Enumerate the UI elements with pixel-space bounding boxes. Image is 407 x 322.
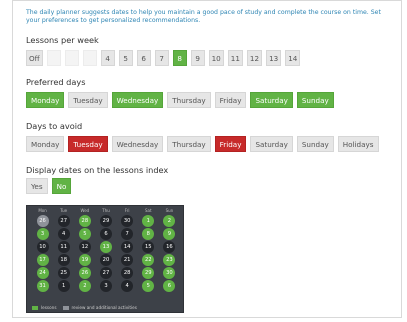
calendar-day[interactable]: 25 bbox=[57, 267, 70, 279]
calendar-day[interactable]: 23 bbox=[163, 254, 176, 266]
weekday-label: Sat bbox=[144, 208, 152, 213]
calendar-day[interactable]: 17 bbox=[36, 254, 49, 266]
calendar-grid: 26 27 28 29 30 1 2 3 4 5 6 7 8 9 10 11 12 13 14 15 16 17 18 19 2… bbox=[32, 215, 180, 292]
intro-text: The daily planner suggests dates to help… bbox=[26, 9, 381, 25]
calendar-day[interactable]: 2 bbox=[78, 280, 91, 292]
calendar-day[interactable]: 2 bbox=[163, 215, 176, 227]
preferred-days-label: Preferred days bbox=[26, 77, 86, 87]
calendar-day[interactable]: 27 bbox=[99, 267, 112, 279]
calendar-day[interactable]: 16 bbox=[163, 241, 176, 253]
avoid-day-wednesday[interactable]: Wednesday bbox=[111, 136, 164, 152]
weekday-label: Fri bbox=[124, 208, 130, 213]
avoid-day-tuesday[interactable]: Tuesday bbox=[68, 136, 108, 152]
lessons-swatch bbox=[32, 305, 38, 310]
legend-lessons-label: lessons bbox=[41, 305, 57, 310]
preferred-day-saturday[interactable]: Saturday bbox=[250, 92, 293, 108]
weekday-label: Sun bbox=[165, 208, 174, 213]
calendar-day[interactable]: 1 bbox=[57, 280, 70, 292]
calendar-day[interactable]: 27 bbox=[57, 215, 70, 227]
preferred-day-sunday[interactable]: Sunday bbox=[296, 92, 334, 108]
avoid-day-holidays[interactable]: Holidays bbox=[337, 136, 379, 152]
calendar-day[interactable]: 26 bbox=[78, 267, 91, 279]
calendar-day[interactable]: 26 bbox=[36, 215, 49, 227]
preferred-day-monday[interactable]: Monday bbox=[26, 92, 65, 108]
lessons-per-week-option-3[interactable]: 3 bbox=[82, 50, 97, 66]
calendar-day[interactable]: 11 bbox=[57, 241, 70, 253]
calendar-day[interactable]: 14 bbox=[121, 241, 134, 253]
lessons-per-week-option-7[interactable]: 7 bbox=[154, 50, 169, 66]
lessons-per-week-option-9[interactable]: 9 bbox=[190, 50, 205, 66]
calendar-day[interactable]: 5 bbox=[78, 228, 91, 240]
calendar-day[interactable]: 4 bbox=[121, 280, 134, 292]
preferred-days-options: Monday Tuesday Wednesday Thursday Friday Satu… bbox=[26, 92, 334, 108]
calendar-day[interactable]: 12 bbox=[78, 241, 91, 253]
display-dates-label: Display dates on the lessons index bbox=[26, 165, 169, 175]
calendar-day[interactable]: 30 bbox=[163, 267, 176, 279]
calendar-day[interactable]: 15 bbox=[142, 241, 155, 253]
lessons-per-week-option-1[interactable]: 1 bbox=[46, 50, 61, 66]
preferred-day-tuesday[interactable]: Tuesday bbox=[68, 92, 108, 108]
calendar-day[interactable]: 29 bbox=[99, 215, 112, 227]
calendar-day[interactable]: 1 bbox=[142, 215, 155, 227]
avoid-day-sunday[interactable]: Sunday bbox=[296, 136, 334, 152]
preferred-day-friday[interactable]: Friday bbox=[214, 92, 247, 108]
lessons-per-week-option-2[interactable]: 2 bbox=[64, 50, 79, 66]
lessons-per-week-option-10[interactable]: 10 bbox=[208, 50, 224, 66]
calendar-day[interactable]: 9 bbox=[163, 228, 176, 240]
calendar-day[interactable]: 18 bbox=[57, 254, 70, 266]
days-to-avoid-options: Monday Tuesday Wednesday Thursday Friday Satu… bbox=[26, 136, 379, 152]
lessons-per-week-option-11[interactable]: 11 bbox=[227, 50, 243, 66]
display-dates-options: Yes No bbox=[26, 178, 72, 194]
display-dates-option-yes[interactable]: Yes bbox=[26, 178, 48, 194]
avoid-day-saturday[interactable]: Saturday bbox=[250, 136, 293, 152]
weekday-label: Tue bbox=[60, 208, 68, 213]
calendar-day[interactable]: 3 bbox=[36, 228, 49, 240]
calendar-day[interactable]: 21 bbox=[121, 254, 134, 266]
calendar-day[interactable]: 7 bbox=[121, 228, 134, 240]
calendar-day[interactable]: 28 bbox=[78, 215, 91, 227]
calendar-day[interactable]: 31 bbox=[36, 280, 49, 292]
calendar-legend: lessons review and additional activities bbox=[32, 305, 137, 310]
weekday-label: Wed bbox=[80, 208, 90, 213]
calendar-day[interactable]: 6 bbox=[99, 228, 112, 240]
calendar-day[interactable]: 24 bbox=[36, 267, 49, 279]
calendar-day[interactable]: 30 bbox=[121, 215, 134, 227]
lessons-per-week-options: Off 1 2 3 4 5 6 7 8 9 10 11 12 13 14 bbox=[26, 50, 301, 66]
lessons-per-week-option-13[interactable]: 13 bbox=[266, 50, 282, 66]
calendar-day[interactable]: 4 bbox=[57, 228, 70, 240]
avoid-day-friday[interactable]: Friday bbox=[214, 136, 247, 152]
days-to-avoid-label: Days to avoid bbox=[26, 121, 83, 131]
lessons-per-week-option-4[interactable]: 4 bbox=[100, 50, 115, 66]
calendar-widget: Mon Tue Wed Thu Fri Sat Sun 26 27 28 29 30 1 2 3 4 5 6 7 8… bbox=[26, 205, 184, 313]
calendar-day[interactable]: 5 bbox=[142, 280, 155, 292]
calendar-day[interactable]: 29 bbox=[142, 267, 155, 279]
calendar-day[interactable]: 3 bbox=[99, 280, 112, 292]
lessons-per-week-option-8[interactable]: 8 bbox=[172, 50, 187, 66]
weekday-label: Thu bbox=[102, 208, 110, 213]
lessons-per-week-option-5[interactable]: 5 bbox=[118, 50, 133, 66]
calendar-day[interactable]: 13 bbox=[99, 241, 112, 253]
review-swatch bbox=[62, 305, 69, 310]
calendar-day[interactable]: 20 bbox=[99, 254, 112, 266]
weekday-label: Mon bbox=[38, 208, 47, 213]
calendar-day[interactable]: 19 bbox=[78, 254, 91, 266]
avoid-day-thursday[interactable]: Thursday bbox=[167, 136, 211, 152]
calendar-day[interactable]: 22 bbox=[142, 254, 155, 266]
calendar-day[interactable]: 28 bbox=[121, 267, 134, 279]
lessons-per-week-option-off[interactable]: Off bbox=[26, 50, 43, 66]
lessons-per-week-option-12[interactable]: 12 bbox=[246, 50, 263, 66]
avoid-day-monday[interactable]: Monday bbox=[26, 136, 65, 152]
display-dates-option-no[interactable]: No bbox=[51, 178, 72, 194]
preferred-day-wednesday[interactable]: Wednesday bbox=[111, 92, 164, 108]
lessons-per-week-label: Lessons per week bbox=[26, 35, 99, 45]
calendar-day[interactable]: 6 bbox=[163, 280, 176, 292]
lessons-per-week-option-14[interactable]: 14 bbox=[285, 50, 301, 66]
calendar-day[interactable]: 8 bbox=[142, 228, 155, 240]
calendar-weekdays: Mon Tue Wed Thu Fri Sat Sun bbox=[32, 208, 180, 213]
calendar-day[interactable]: 10 bbox=[36, 241, 49, 253]
lessons-per-week-option-6[interactable]: 6 bbox=[136, 50, 151, 66]
preferred-day-thursday[interactable]: Thursday bbox=[167, 92, 211, 108]
legend-review-label: review and additional activities bbox=[71, 305, 137, 310]
